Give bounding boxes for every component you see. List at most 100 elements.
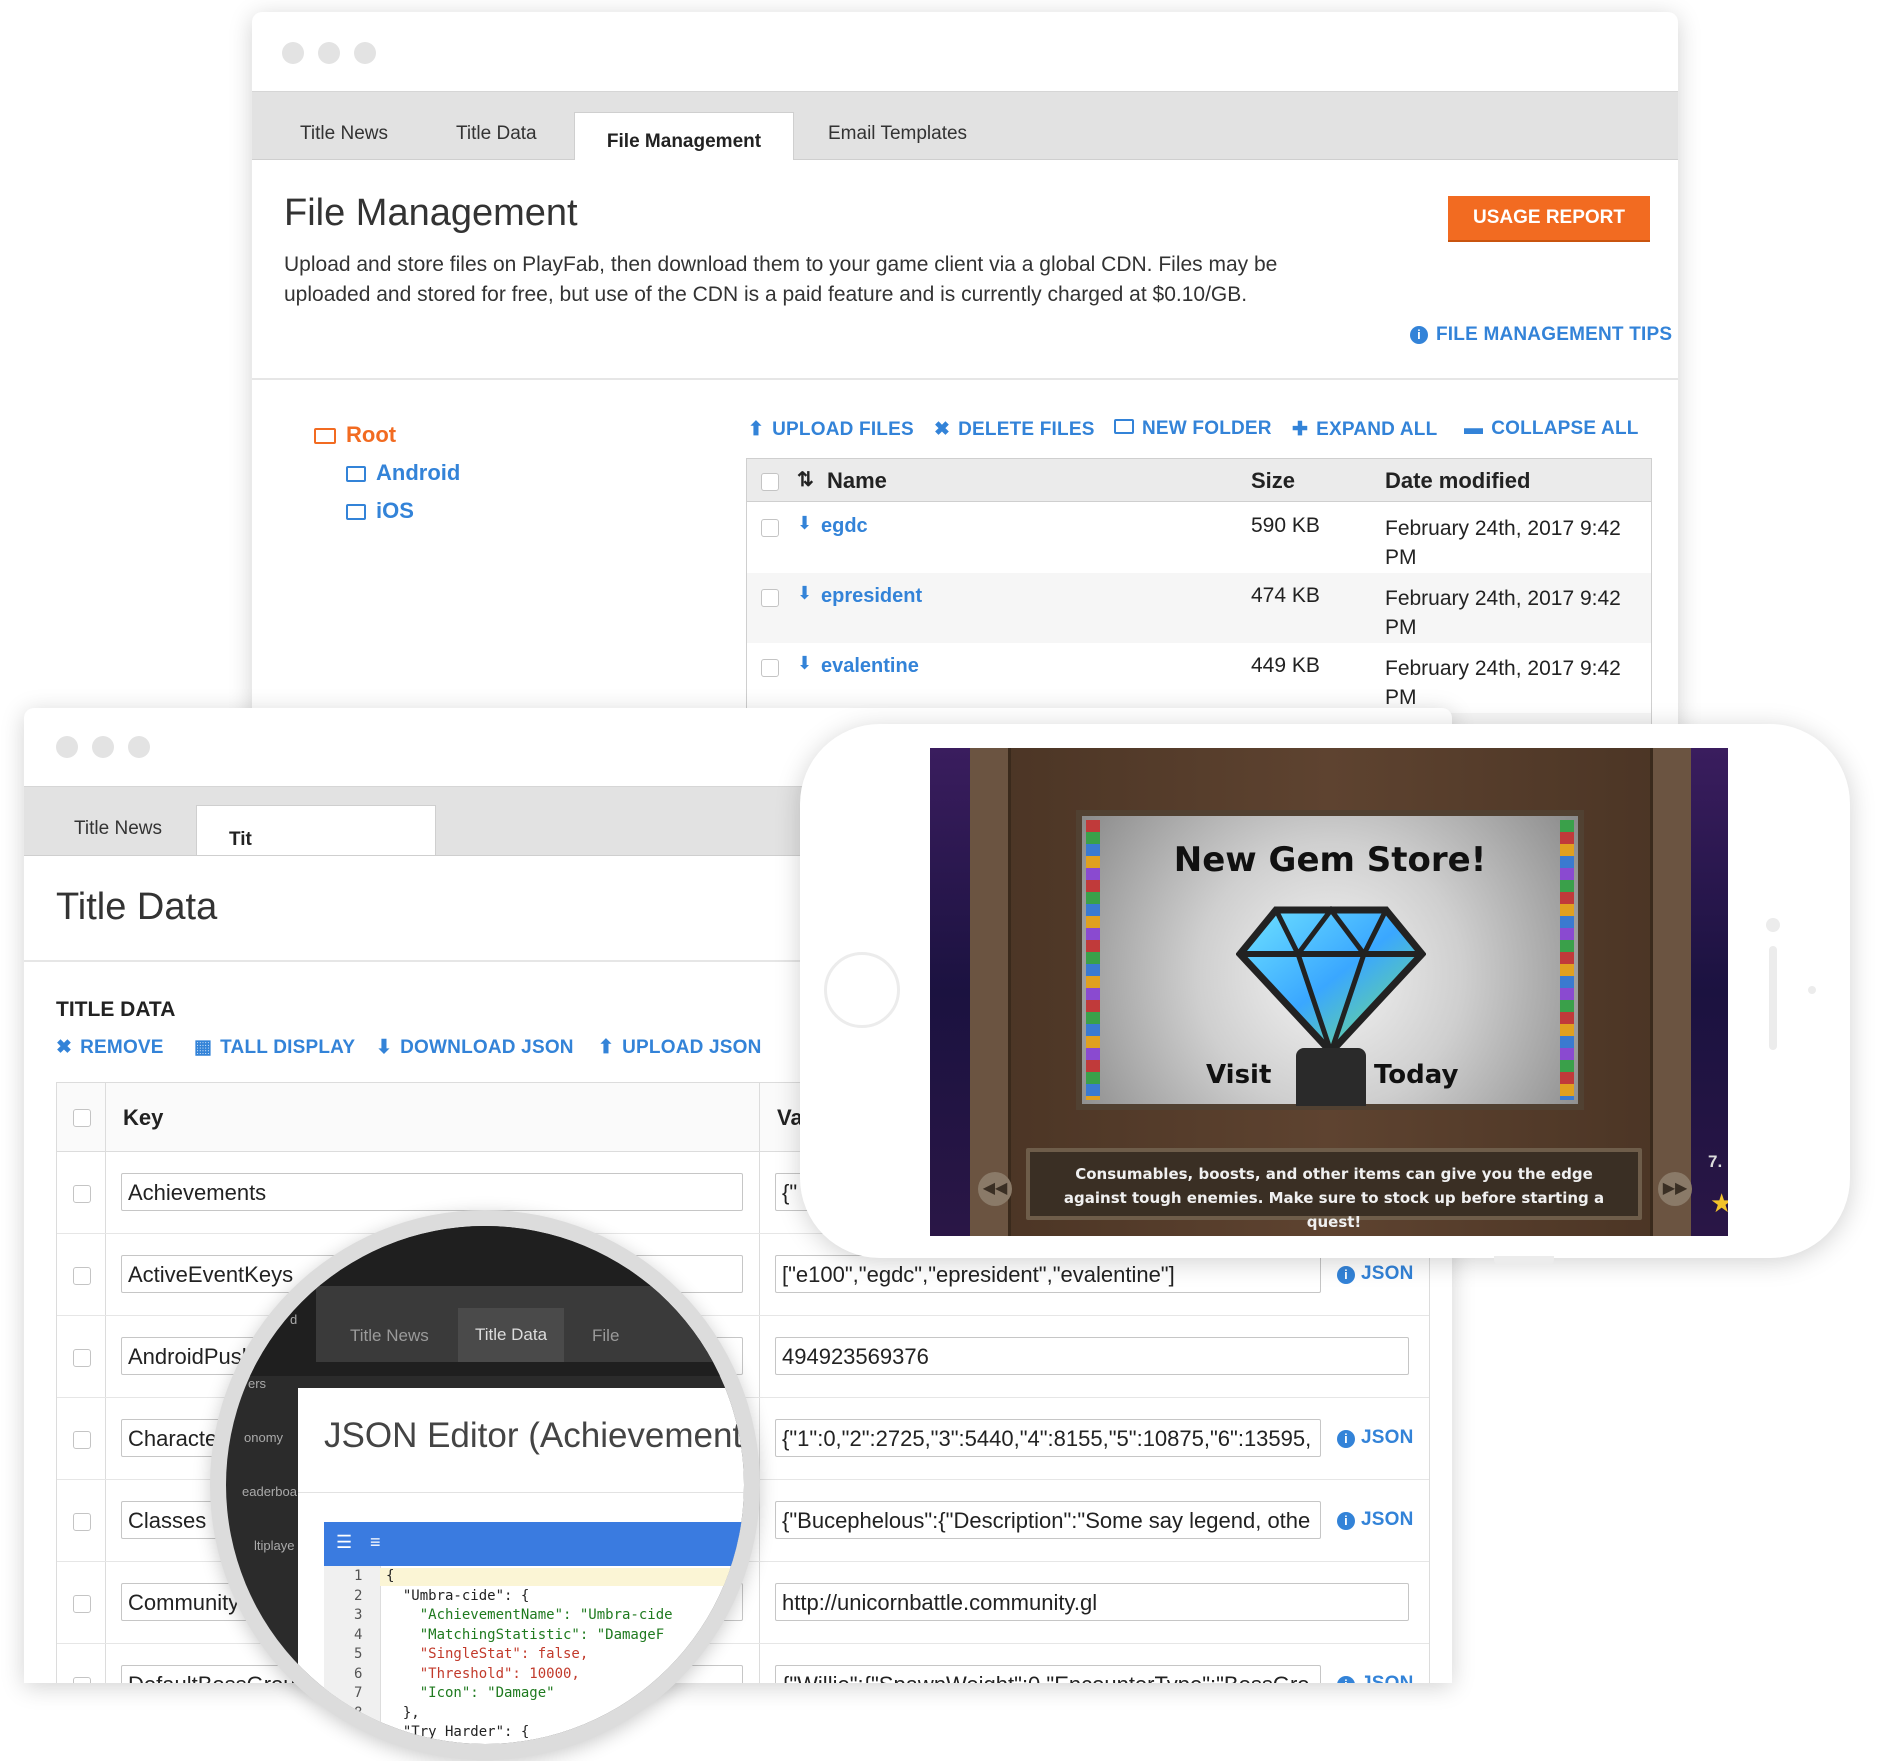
file-date: February 24th, 2017 9:42 PM (1385, 657, 1621, 709)
file-name-link[interactable]: egdc (821, 515, 868, 538)
tree-item-android[interactable]: Android (346, 460, 460, 486)
game-screen[interactable]: New Gem Store! Visit Today Consumables, … (930, 748, 1728, 1236)
home-button[interactable] (824, 952, 900, 1028)
tab-title-data[interactable]: Title Data (456, 122, 537, 146)
json-label: JSON (1361, 1427, 1414, 1448)
tab-email-templates[interactable]: Email Templates (828, 122, 967, 146)
json-edit-link[interactable]: i JSON (1337, 1427, 1414, 1449)
collapse-all-button[interactable]: ▬ COLLAPSE ALL (1464, 418, 1639, 440)
window-control-dot[interactable] (128, 736, 150, 758)
tree-ios-label: iOS (376, 498, 414, 523)
grid-icon: ▦ (194, 1037, 213, 1058)
download-icon[interactable]: ⬇ (797, 513, 812, 534)
window-control-dot[interactable] (354, 42, 376, 64)
value-input[interactable]: {"Bucephelous":{"Description":"Some say … (775, 1501, 1321, 1539)
code-text: "SingleStat": false, (386, 1646, 589, 1662)
value-input[interactable]: 494923569376 (775, 1337, 1409, 1375)
side-button[interactable] (1494, 1256, 1554, 1264)
tall-display-button[interactable]: ▦ TALL DISPLAY (194, 1036, 355, 1059)
table-row[interactable]: ⬇ epresident 474 KB February 24th, 2017 … (747, 573, 1651, 643)
code-text: "Try Harder": { (386, 1724, 530, 1740)
json-edit-link[interactable]: i JSON (1337, 1673, 1414, 1683)
magnifier-tab-label: Title Data (474, 1325, 548, 1344)
row-checkbox[interactable] (761, 589, 779, 607)
column-key[interactable]: Key (123, 1105, 163, 1131)
remove-button[interactable]: ✖ REMOVE (56, 1036, 164, 1059)
window-control-dot[interactable] (56, 736, 78, 758)
gem-store-panel: New Gem Store! Visit Today (1076, 810, 1584, 1110)
caption-text: Consumables, boosts, and other items can… (1063, 1165, 1605, 1231)
window-control-dot[interactable] (282, 42, 304, 64)
download-icon[interactable]: ⬇ (797, 653, 812, 674)
row-checkbox[interactable] (73, 1513, 91, 1531)
key-input[interactable]: Achievements (121, 1173, 743, 1211)
info-icon: i (1337, 1512, 1355, 1530)
corner-counter: 7. (1708, 1152, 1723, 1171)
column-value[interactable]: Va (777, 1105, 803, 1131)
tree-item-ios[interactable]: iOS (346, 498, 414, 524)
compact-icon[interactable]: ≡ (370, 1532, 381, 1553)
minus-icon: ▬ (1464, 418, 1484, 439)
tree-item-root[interactable]: Root (314, 422, 396, 448)
column-name[interactable]: Name (827, 468, 887, 494)
row-checkbox[interactable] (73, 1677, 91, 1683)
folder-open-icon (314, 428, 336, 444)
folder-icon (346, 466, 366, 482)
remove-label: REMOVE (80, 1037, 164, 1058)
file-name-link[interactable]: epresident (821, 585, 922, 608)
value-input[interactable]: {"Willie":{"SpawnWeight":0,"EncounterTyp… (775, 1665, 1321, 1683)
plus-icon: ✚ (1292, 419, 1309, 440)
file-management-tips-link[interactable]: i FILE MANAGEMENT TIPS (1410, 324, 1672, 346)
new-folder-button[interactable]: NEW FOLDER (1114, 418, 1272, 440)
row-checkbox[interactable] (73, 1431, 91, 1449)
format-icon[interactable]: ☰ (336, 1532, 352, 1553)
magnifier-tab-title-news: Title News (350, 1326, 429, 1345)
wood-pillar-right (1650, 748, 1691, 1236)
prev-arrow-button[interactable]: ◀◀ (978, 1172, 1012, 1206)
json-edit-link[interactable]: i JSON (1337, 1509, 1414, 1531)
tab-file-management[interactable]: File Management (574, 112, 794, 160)
value-input[interactable]: http://unicornbattle.community.gl (775, 1583, 1409, 1621)
file-name-link[interactable]: evalentine (821, 655, 919, 678)
code-area[interactable]: 1{ 2 "Umbra-cide": { 3 "AchievementName"… (324, 1568, 744, 1744)
tab-title-news[interactable]: Title News (74, 817, 162, 841)
table-row[interactable]: ⬇ evalentine 449 KB February 24th, 2017 … (747, 643, 1651, 713)
download-icon[interactable]: ⬇ (797, 583, 812, 604)
line-number: 9 (354, 1724, 363, 1740)
row-checkbox[interactable] (761, 659, 779, 677)
tab-title-data[interactable]: Tit (196, 805, 436, 855)
row-checkbox[interactable] (761, 519, 779, 537)
info-icon: i (1337, 1676, 1355, 1683)
select-all-checkbox[interactable] (73, 1109, 91, 1127)
value-input[interactable]: {"1":0,"2":2725,"3":5440,"4":8155,"5":10… (775, 1419, 1321, 1457)
upload-json-button[interactable]: ⬆ UPLOAD JSON (598, 1036, 762, 1059)
download-json-button[interactable]: ⬇ DOWNLOAD JSON (376, 1036, 574, 1059)
row-checkbox[interactable] (73, 1595, 91, 1613)
column-date[interactable]: Date modified (1385, 468, 1530, 494)
table-row[interactable]: ⬇ egdc 590 KB February 24th, 2017 9:42 P… (747, 503, 1651, 573)
column-size[interactable]: Size (1251, 468, 1295, 494)
select-all-checkbox[interactable] (761, 473, 779, 491)
code-line: 2 "Umbra-cide": { (324, 1588, 744, 1608)
delete-files-button[interactable]: ✖ DELETE FILES (934, 418, 1095, 441)
code-text: }, (386, 1704, 420, 1721)
upload-files-button[interactable]: ⬆ UPLOAD FILES (748, 418, 914, 441)
code-text: "MatchingStatistic": "DamageF (386, 1626, 665, 1643)
tab-title-news[interactable]: Title News (300, 122, 388, 146)
value-input[interactable]: ["e100","egdc","epresident","evalentine"… (775, 1255, 1321, 1293)
next-arrow-button[interactable]: ▶▶ (1658, 1172, 1692, 1206)
section-title: TITLE DATA (56, 998, 176, 1021)
sort-icon[interactable]: ⇅ (797, 467, 814, 492)
window-control-dot[interactable] (318, 42, 340, 64)
info-icon: i (1337, 1430, 1355, 1448)
row-checkbox[interactable] (73, 1349, 91, 1367)
table-header: ⇅ Name Size Date modified (747, 459, 1651, 502)
json-label: JSON (1361, 1263, 1414, 1284)
row-checkbox[interactable] (73, 1267, 91, 1285)
usage-report-button[interactable]: USAGE REPORT (1448, 196, 1650, 240)
expand-all-button[interactable]: ✚ EXPAND ALL (1292, 418, 1437, 441)
json-edit-link[interactable]: i JSON (1337, 1263, 1414, 1285)
row-checkbox[interactable] (73, 1185, 91, 1203)
file-size: 590 KB (1251, 514, 1320, 537)
window-control-dot[interactable] (92, 736, 114, 758)
